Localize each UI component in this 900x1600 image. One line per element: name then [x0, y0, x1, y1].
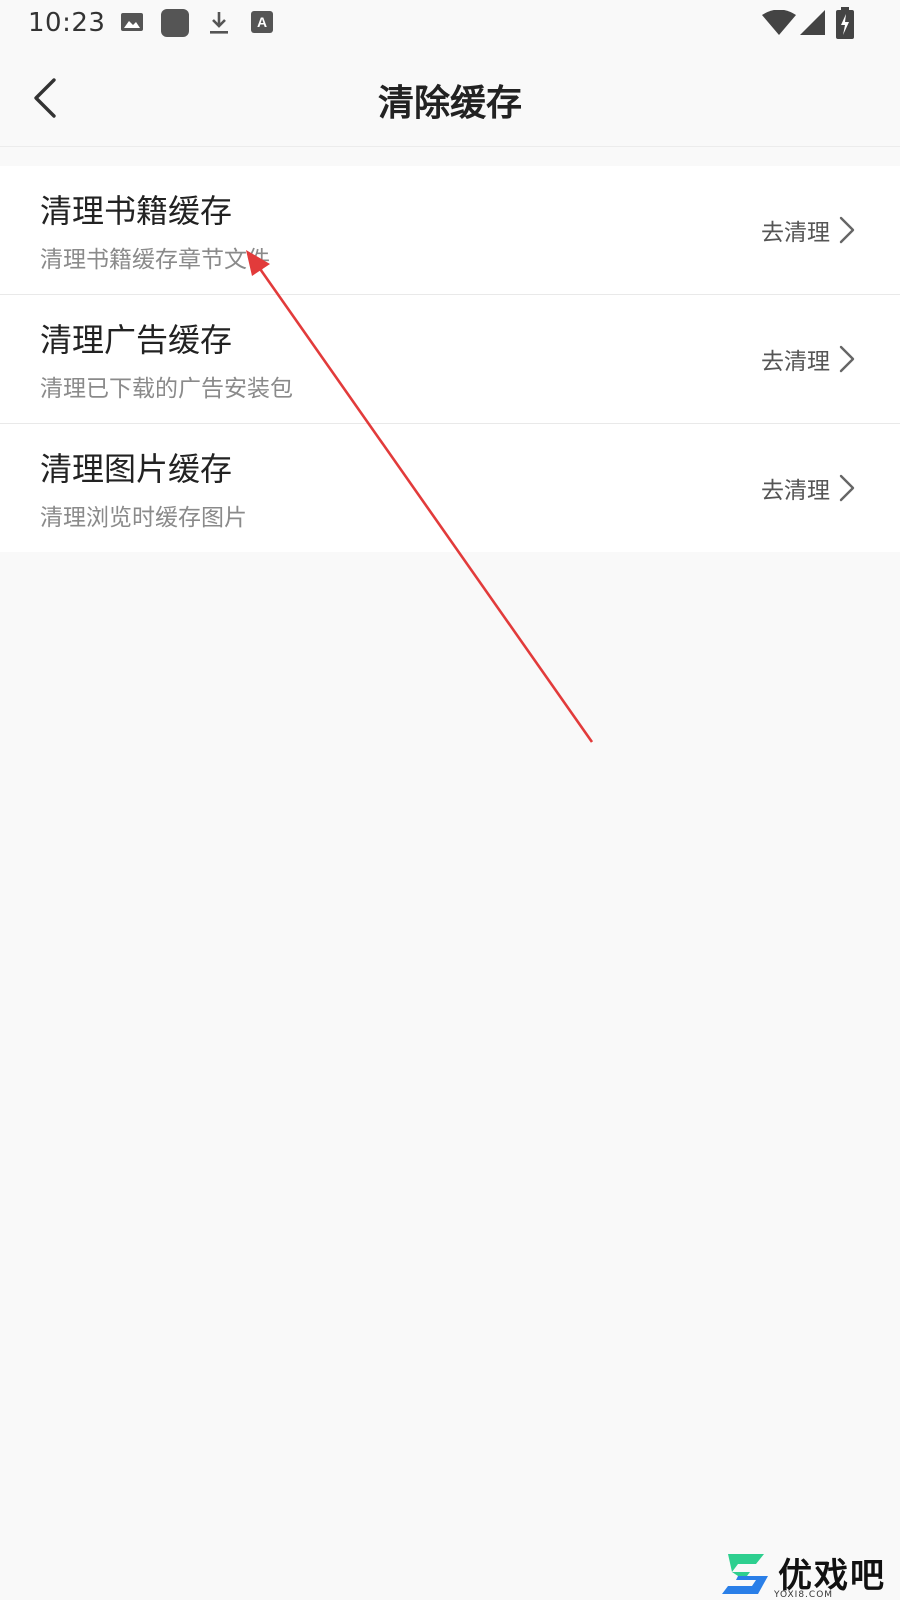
item-description: 清理书籍缓存章节文件 [40, 247, 270, 273]
font-a-icon: A [250, 10, 274, 38]
cache-item-images[interactable]: 清理图片缓存 清理浏览时缓存图片 去清理 [0, 424, 900, 552]
item-description: 清理已下载的广告安装包 [40, 376, 293, 402]
app-square-icon [160, 8, 190, 42]
svg-text:A: A [257, 14, 267, 30]
clean-images-button[interactable]: 去清理 [761, 468, 856, 508]
logo-mark-icon [722, 1554, 768, 1594]
cellular-signal-icon [800, 10, 826, 40]
action-label: 去清理 [761, 220, 830, 246]
cache-item-books[interactable]: 清理书籍缓存 清理书籍缓存章节文件 去清理 [0, 166, 900, 295]
chevron-right-icon [839, 216, 855, 244]
image-icon [120, 10, 144, 38]
action-label: 去清理 [761, 478, 830, 504]
item-title: 清理图片缓存 [40, 450, 233, 488]
app-header: 清除缓存 [0, 50, 900, 147]
cache-item-ads[interactable]: 清理广告缓存 清理已下载的广告安装包 去清理 [0, 295, 900, 424]
item-title: 清理广告缓存 [40, 321, 233, 359]
watermark-logo: 优戏吧 YOXI8.COM [718, 1548, 898, 1600]
clean-ads-button[interactable]: 去清理 [761, 339, 856, 379]
status-bar: 10:23 A [0, 0, 900, 50]
clean-books-button[interactable]: 去清理 [761, 210, 856, 250]
download-icon [207, 10, 231, 40]
battery-charging-icon [836, 7, 854, 43]
item-description: 清理浏览时缓存图片 [40, 505, 247, 531]
item-title: 清理书籍缓存 [40, 192, 233, 230]
action-label: 去清理 [761, 349, 830, 375]
wifi-icon [762, 9, 796, 40]
cache-list: 清理书籍缓存 清理书籍缓存章节文件 去清理 清理广告缓存 清理已下载的广告安装包… [0, 166, 900, 552]
chevron-right-icon [839, 474, 855, 502]
chevron-right-icon [839, 345, 855, 373]
page-title: 清除缓存 [377, 83, 522, 124]
status-time: 10:23 [28, 8, 106, 38]
watermark-subtext: YOXI8.COM [774, 1590, 834, 1600]
